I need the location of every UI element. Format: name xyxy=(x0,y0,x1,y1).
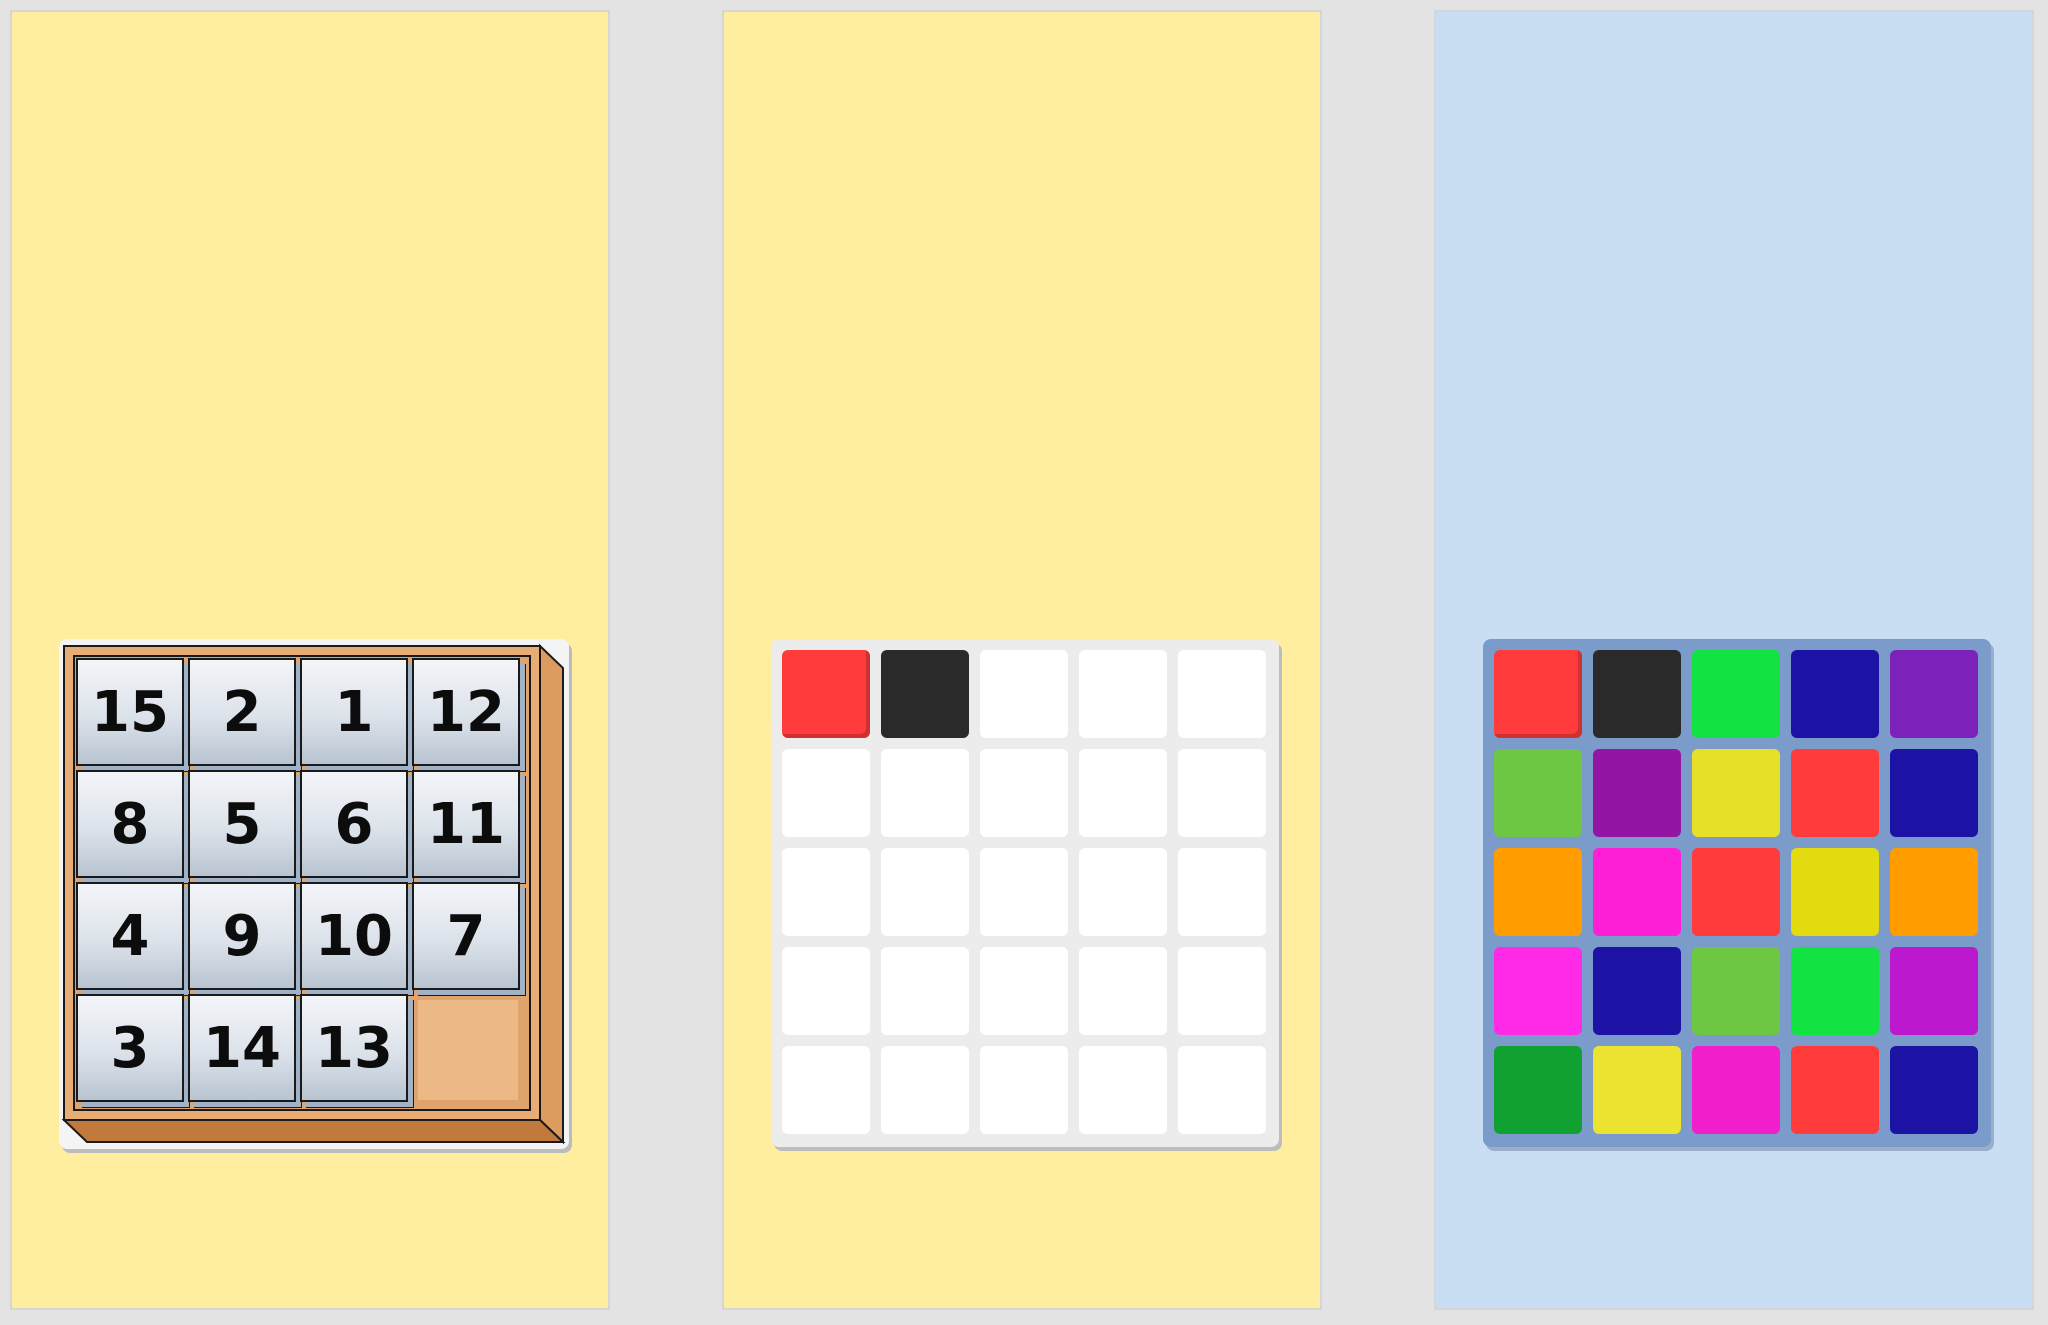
target-cell-r0-c2[interactable] xyxy=(1692,650,1780,738)
pattern-cell-r4-c4[interactable] xyxy=(1178,1046,1266,1134)
pattern-cell-r4-c1[interactable] xyxy=(881,1046,969,1134)
pattern-cell-r4-c0[interactable] xyxy=(782,1046,870,1134)
target-cell-r1-c0[interactable] xyxy=(1494,749,1582,837)
target-cell-r0-c1[interactable] xyxy=(1593,650,1681,738)
target-cell-r0-c3[interactable] xyxy=(1791,650,1879,738)
target-cell-r2-c1[interactable] xyxy=(1593,848,1681,936)
target-cell-r1-c4[interactable] xyxy=(1890,749,1978,837)
pattern-cell-r1-c3[interactable] xyxy=(1079,749,1167,837)
pattern-cell-r3-c3[interactable] xyxy=(1079,947,1167,1035)
target-cell-r3-c2[interactable] xyxy=(1692,947,1780,1035)
pattern-cell-r2-c4[interactable] xyxy=(1178,848,1266,936)
puzzle-panel: 15 2 1 12 8 5 6 11 4 9 10 7 3 14 13 xyxy=(10,10,610,1310)
pattern-cell-r2-c0[interactable] xyxy=(782,848,870,936)
sliding-puzzle-board: 15 2 1 12 8 5 6 11 4 9 10 7 3 14 13 xyxy=(59,639,569,1149)
target-cell-r4-c3[interactable] xyxy=(1791,1046,1879,1134)
pattern-cell-r1-c4[interactable] xyxy=(1178,749,1266,837)
target-panel xyxy=(1434,10,2034,1310)
puzzle-tile-8[interactable]: 8 xyxy=(76,770,184,878)
target-cell-r0-c0[interactable] xyxy=(1494,650,1582,738)
target-cell-r1-c2[interactable] xyxy=(1692,749,1780,837)
puzzle-tile-15[interactable]: 15 xyxy=(76,658,184,766)
puzzle-tile-7[interactable]: 7 xyxy=(412,882,520,990)
pattern-grid xyxy=(771,639,1279,1147)
pattern-cell-r1-c1[interactable] xyxy=(881,749,969,837)
target-cell-r4-c2[interactable] xyxy=(1692,1046,1780,1134)
target-cell-r2-c4[interactable] xyxy=(1890,848,1978,936)
pattern-cell-r3-c0[interactable] xyxy=(782,947,870,1035)
puzzle-tile-1[interactable]: 1 xyxy=(300,658,408,766)
puzzle-tile-10[interactable]: 10 xyxy=(300,882,408,990)
pattern-cell-r1-c2[interactable] xyxy=(980,749,1068,837)
pattern-cell-r3-c1[interactable] xyxy=(881,947,969,1035)
pattern-cell-r3-c2[interactable] xyxy=(980,947,1068,1035)
target-cell-r4-c4[interactable] xyxy=(1890,1046,1978,1134)
pattern-cell-r4-c3[interactable] xyxy=(1079,1046,1167,1134)
target-cell-r4-c1[interactable] xyxy=(1593,1046,1681,1134)
pattern-cell-r4-c2[interactable] xyxy=(980,1046,1068,1134)
pattern-panel xyxy=(722,10,1322,1310)
target-cell-r2-c2[interactable] xyxy=(1692,848,1780,936)
target-cell-r3-c4[interactable] xyxy=(1890,947,1978,1035)
puzzle-tile-11[interactable]: 11 xyxy=(412,770,520,878)
target-cell-r2-c3[interactable] xyxy=(1791,848,1879,936)
target-cell-r1-c3[interactable] xyxy=(1791,749,1879,837)
target-cell-r4-c0[interactable] xyxy=(1494,1046,1582,1134)
pattern-cell-r0-c2[interactable] xyxy=(980,650,1068,738)
target-cell-r3-c1[interactable] xyxy=(1593,947,1681,1035)
puzzle-tile-9[interactable]: 9 xyxy=(188,882,296,990)
target-cell-r3-c0[interactable] xyxy=(1494,947,1582,1035)
pattern-cell-r2-c3[interactable] xyxy=(1079,848,1167,936)
pattern-cell-r3-c4[interactable] xyxy=(1178,947,1266,1035)
target-color-grid xyxy=(1483,639,1991,1147)
target-cell-r0-c4[interactable] xyxy=(1890,650,1978,738)
target-cell-r2-c0[interactable] xyxy=(1494,848,1582,936)
empty-slot xyxy=(418,1000,518,1100)
pattern-cell-r0-c4[interactable] xyxy=(1178,650,1266,738)
target-cell-r1-c1[interactable] xyxy=(1593,749,1681,837)
pattern-cell-r0-c1[interactable] xyxy=(881,650,969,738)
pattern-cell-r1-c0[interactable] xyxy=(782,749,870,837)
puzzle-tile-12[interactable]: 12 xyxy=(412,658,520,766)
puzzle-tile-5[interactable]: 5 xyxy=(188,770,296,878)
pattern-cell-r0-c3[interactable] xyxy=(1079,650,1167,738)
puzzle-tile-14[interactable]: 14 xyxy=(188,994,296,1102)
pattern-cell-r2-c2[interactable] xyxy=(980,848,1068,936)
puzzle-tile-13[interactable]: 13 xyxy=(300,994,408,1102)
puzzle-tile-4[interactable]: 4 xyxy=(76,882,184,990)
pattern-cell-r2-c1[interactable] xyxy=(881,848,969,936)
target-cell-r3-c3[interactable] xyxy=(1791,947,1879,1035)
pattern-cell-r0-c0[interactable] xyxy=(782,650,870,738)
puzzle-tile-2[interactable]: 2 xyxy=(188,658,296,766)
puzzle-tile-3[interactable]: 3 xyxy=(76,994,184,1102)
puzzle-tile-6[interactable]: 6 xyxy=(300,770,408,878)
